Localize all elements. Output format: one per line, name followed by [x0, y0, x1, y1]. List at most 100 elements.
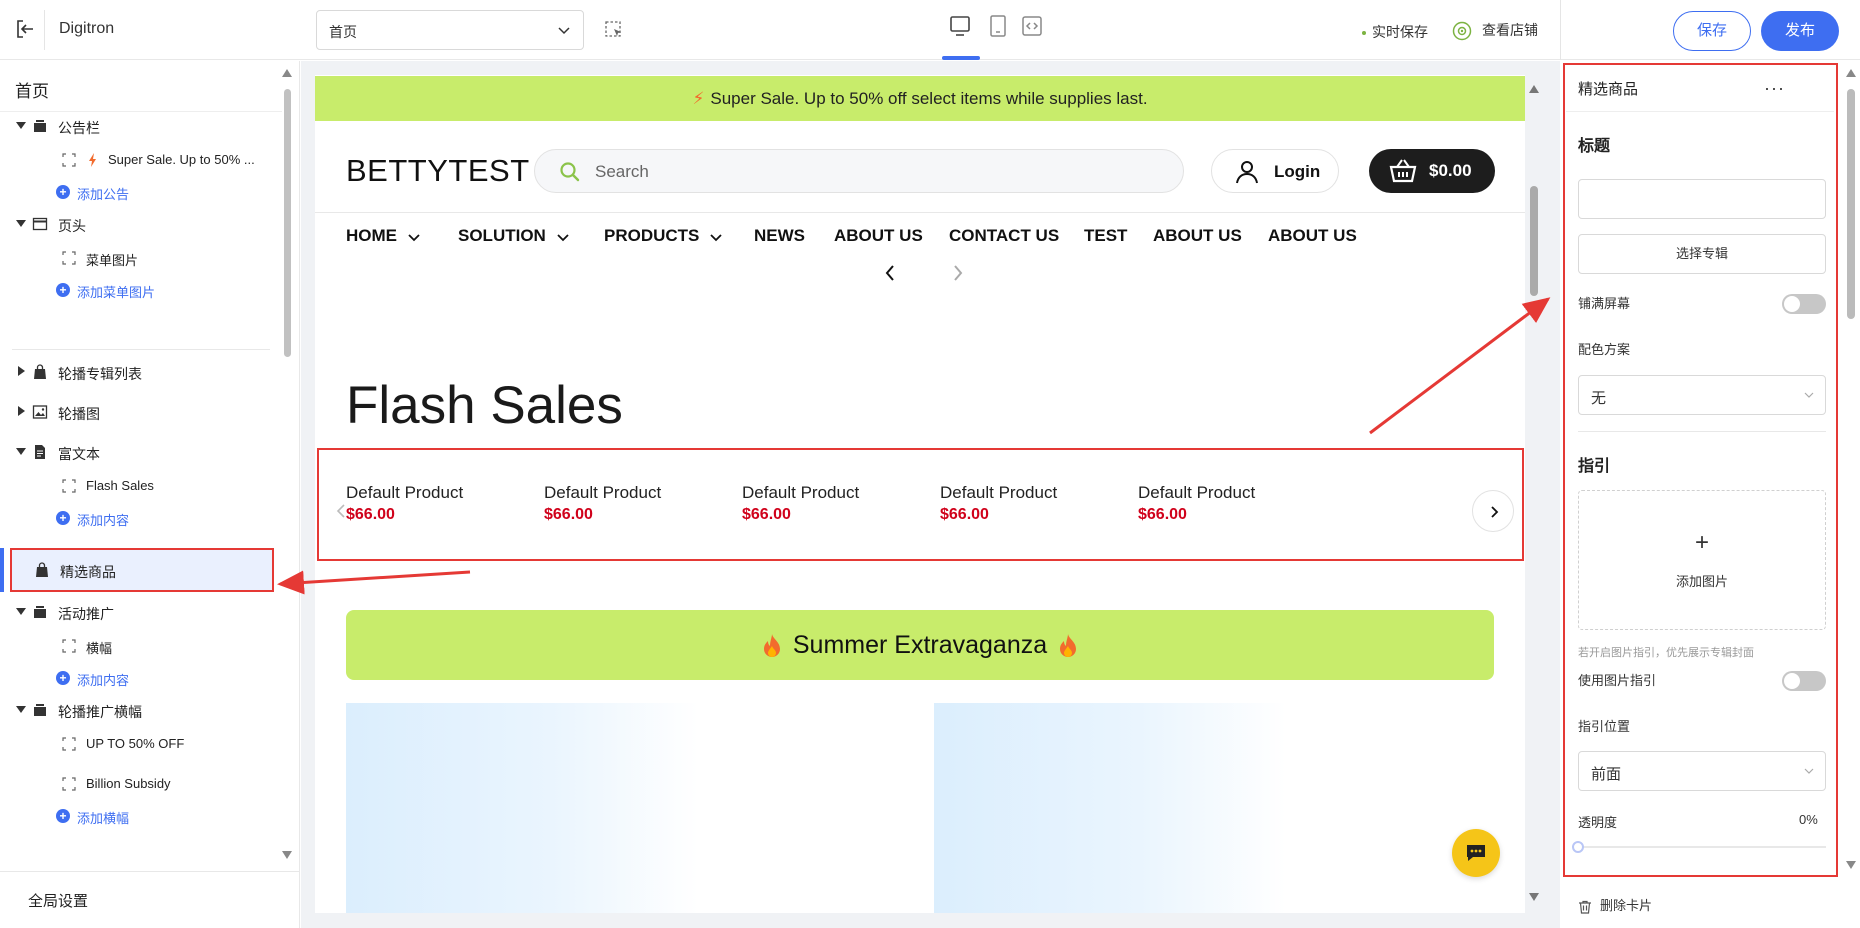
- frame-icon: [62, 251, 76, 265]
- annotation-highlight-box: [1563, 63, 1838, 877]
- scroll-up-icon[interactable]: [282, 69, 292, 77]
- view-store-link[interactable]: 查看店铺: [1452, 20, 1538, 41]
- delete-card-button[interactable]: 删除卡片: [1578, 895, 1652, 914]
- add-circle-icon: +: [56, 809, 70, 823]
- trash-icon: [1579, 900, 1591, 914]
- scroll-up-icon[interactable]: [1846, 69, 1856, 77]
- nav-contact-us[interactable]: CONTACT US: [949, 226, 1059, 246]
- tree-section-carousel[interactable]: 轮播图: [0, 397, 282, 427]
- scroll-thumb[interactable]: [1530, 186, 1538, 296]
- scroll-down-icon[interactable]: [282, 851, 292, 859]
- cart-button[interactable]: $0.00: [1369, 149, 1495, 193]
- expand-caret-icon[interactable]: [16, 706, 26, 713]
- topbar-divider: [1560, 0, 1561, 60]
- add-banner-button[interactable]: + 添加横幅: [0, 801, 282, 831]
- page-tree-root[interactable]: 首页: [15, 77, 49, 102]
- chevron-down-icon: [557, 233, 569, 241]
- add-circle-icon: +: [56, 671, 70, 685]
- scroll-down-icon[interactable]: [1529, 893, 1539, 901]
- save-button[interactable]: 保存: [1673, 11, 1751, 51]
- exit-icon[interactable]: [14, 18, 36, 40]
- add-content-button[interactable]: + 添加内容: [0, 503, 282, 533]
- tree-section-label: 精选商品: [60, 564, 116, 580]
- tablet-view-icon[interactable]: [986, 14, 1010, 38]
- nav-about-us[interactable]: ABOUT US: [834, 226, 923, 246]
- tree-section-carousel-album-list[interactable]: 轮播专辑列表: [0, 357, 282, 387]
- scroll-up-icon[interactable]: [1529, 85, 1539, 93]
- tree-item-banner-2[interactable]: Billion Subsidy: [0, 769, 282, 799]
- featured-products-section[interactable]: [317, 448, 1524, 561]
- tree-section-rich-text[interactable]: 富文本: [0, 437, 282, 467]
- tree-item-menu-image[interactable]: 菜单图片: [0, 243, 282, 273]
- tree-item-label: 横幅: [86, 641, 113, 656]
- tree-item-flash-sales[interactable]: Flash Sales: [0, 471, 282, 501]
- products-next-button[interactable]: [1472, 490, 1514, 532]
- product-price: $66.00: [940, 506, 989, 523]
- chevron-down-icon: [710, 233, 723, 241]
- login-button[interactable]: Login: [1211, 149, 1339, 193]
- nav-products[interactable]: PRODUCTS: [604, 226, 723, 246]
- expand-caret-icon[interactable]: [16, 448, 26, 455]
- store-brand[interactable]: BETTYTEST: [346, 153, 530, 189]
- page-select[interactable]: 首页: [316, 10, 584, 50]
- global-settings-label: 全局设置: [28, 893, 89, 910]
- scroll-down-icon[interactable]: [1846, 861, 1856, 869]
- tree-section-carousel-banner[interactable]: 轮播推广横幅: [0, 695, 282, 725]
- nav-news[interactable]: NEWS: [754, 226, 805, 246]
- flash-sales-title[interactable]: Flash Sales: [346, 375, 623, 436]
- store-search-input[interactable]: Search: [534, 149, 1184, 193]
- nav-solution[interactable]: SOLUTION: [458, 226, 570, 246]
- tree-section-header[interactable]: 页头: [0, 209, 282, 239]
- announcement-bar[interactable]: ⚡ Super Sale. Up to 50% off select items …: [315, 76, 1525, 121]
- product-card[interactable]: Default Product $66.00: [544, 483, 661, 524]
- carousel-prev-icon[interactable]: [881, 263, 899, 283]
- promotion-banner[interactable]: Summer Extravaganza: [346, 610, 1494, 680]
- panel-scrollbar[interactable]: [1845, 69, 1857, 869]
- nav-about-us-2[interactable]: ABOUT US: [1153, 226, 1242, 246]
- expand-caret-icon[interactable]: [16, 608, 26, 615]
- publish-button[interactable]: 发布: [1761, 11, 1839, 51]
- tree-item-banner[interactable]: 横幅: [0, 631, 282, 661]
- tree-section-featured-products[interactable]: 精选商品: [10, 548, 274, 592]
- select-tool-icon[interactable]: [604, 20, 624, 40]
- sidebar-scrollbar[interactable]: [282, 69, 292, 859]
- promo-card-image[interactable]: [346, 703, 933, 913]
- scroll-thumb[interactable]: [1847, 89, 1855, 319]
- add-content-button[interactable]: + 添加内容: [0, 663, 282, 693]
- shopping-bag-icon: [34, 364, 46, 379]
- section-block-icon: [34, 704, 46, 716]
- collapse-caret-icon[interactable]: [18, 406, 25, 416]
- tree-section-announcement[interactable]: 公告栏: [0, 111, 282, 141]
- canvas-scrollbar[interactable]: [1527, 78, 1541, 908]
- code-view-icon[interactable]: [1020, 14, 1044, 38]
- chat-button[interactable]: [1452, 829, 1500, 877]
- chevron-down-icon: [408, 233, 420, 241]
- product-card[interactable]: Default Product $66.00: [940, 483, 1057, 524]
- product-price: $66.00: [544, 506, 593, 523]
- desktop-view-icon[interactable]: [948, 14, 972, 38]
- collapse-caret-icon[interactable]: [18, 366, 25, 376]
- carousel-next-icon[interactable]: [949, 263, 967, 283]
- page-select-value: 首页: [329, 24, 357, 40]
- nav-test[interactable]: TEST: [1084, 226, 1127, 246]
- expand-caret-icon[interactable]: [16, 220, 26, 227]
- fire-icon: [763, 634, 780, 658]
- add-menu-image-button[interactable]: + 添加菜单图片: [0, 275, 282, 305]
- product-name: Default Product: [1138, 483, 1256, 502]
- product-card[interactable]: Default Product $66.00: [346, 483, 463, 524]
- tree-item-announcement[interactable]: Super Sale. Up to 50% ...: [0, 145, 282, 175]
- nav-about-us-3[interactable]: ABOUT US: [1268, 226, 1357, 246]
- product-card[interactable]: Default Product $66.00: [1138, 483, 1255, 524]
- add-announcement-button[interactable]: + 添加公告: [0, 177, 282, 207]
- tree-item-banner-1[interactable]: UP TO 50% OFF: [0, 729, 282, 759]
- tree-item-label: 菜单图片: [86, 253, 139, 268]
- promo-card-image[interactable]: [934, 703, 1521, 913]
- product-card[interactable]: Default Product $66.00: [742, 483, 859, 524]
- nav-home[interactable]: HOME: [346, 226, 421, 246]
- global-settings[interactable]: 全局设置: [0, 871, 300, 928]
- expand-caret-icon[interactable]: [16, 122, 26, 129]
- fire-icon: [1060, 634, 1077, 658]
- tree-section-label: 轮播专辑列表: [58, 366, 142, 382]
- tree-section-promotion[interactable]: 活动推广: [0, 597, 282, 627]
- scroll-thumb[interactable]: [284, 89, 291, 357]
